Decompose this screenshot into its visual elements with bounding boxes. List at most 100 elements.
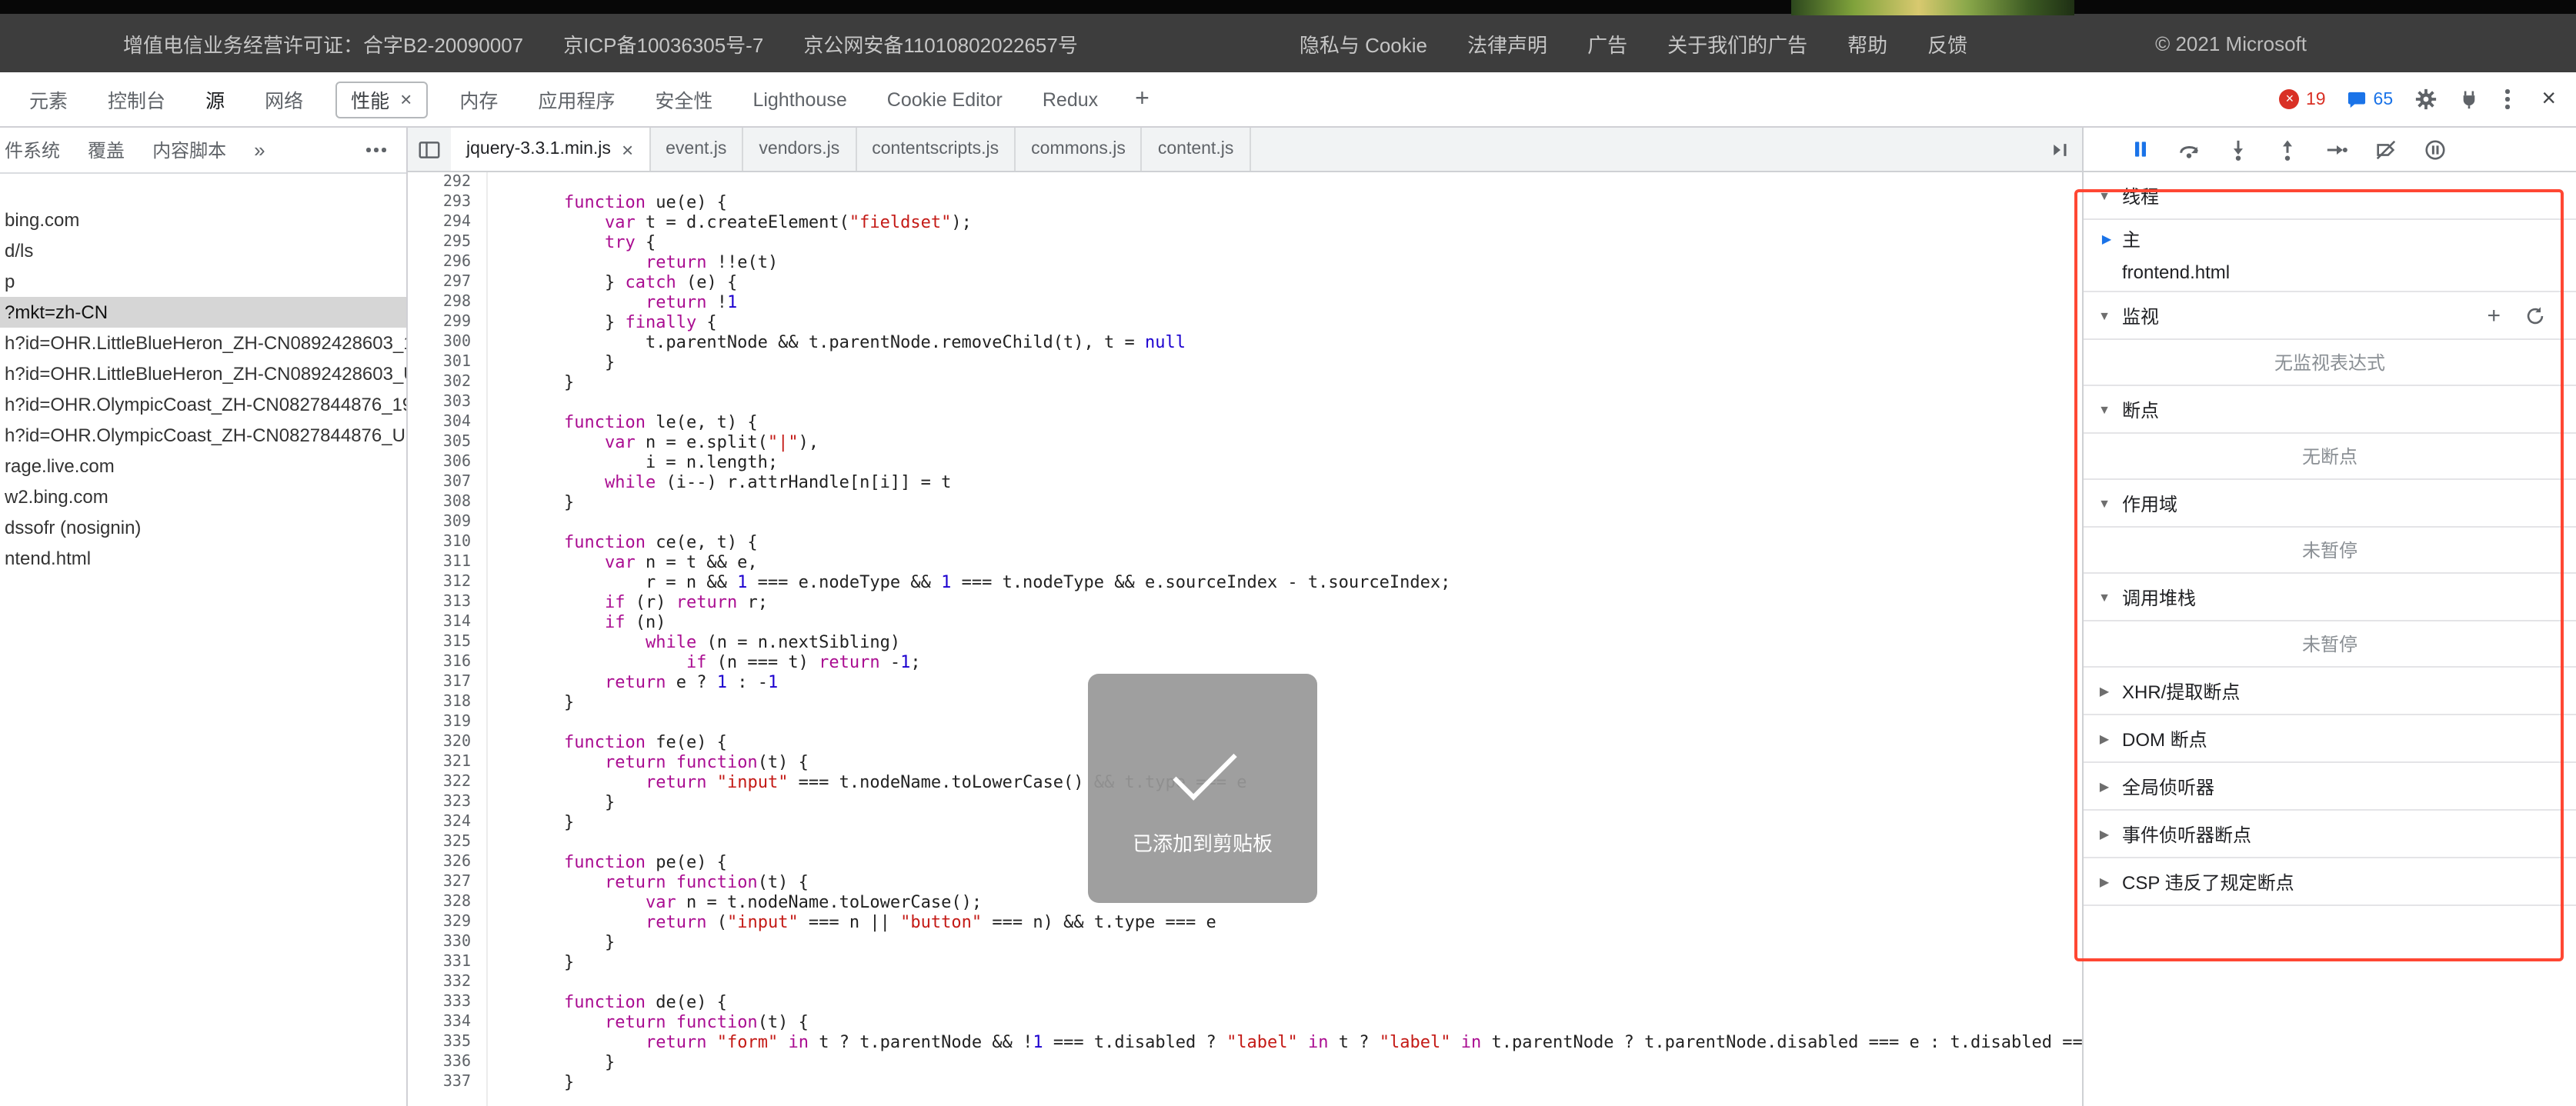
line-number[interactable]: 320 (408, 732, 471, 752)
code-line[interactable]: try { (523, 232, 2082, 252)
line-number[interactable]: 315 (408, 632, 471, 652)
line-number[interactable]: 327 (408, 872, 471, 892)
line-number[interactable]: 305 (408, 432, 471, 452)
file-item[interactable]: ?mkt=zh-CN (0, 297, 406, 328)
section-header[interactable]: ▶CSP 违反了规定断点 (2084, 858, 2576, 906)
step-button[interactable] (2325, 138, 2348, 161)
line-number[interactable]: 322 (408, 772, 471, 792)
editor-tab[interactable]: event.js (650, 128, 743, 171)
navigator-overflow-icon[interactable] (366, 148, 386, 152)
line-number[interactable]: 292 (408, 172, 471, 192)
section-header[interactable]: ▼作用域 (2084, 480, 2576, 528)
editor-tab[interactable]: contentscripts.js (856, 128, 1016, 171)
line-number[interactable]: 298 (408, 292, 471, 312)
thread-item[interactable]: ▶主 (2084, 223, 2576, 255)
line-number[interactable]: 335 (408, 1032, 471, 1052)
code-line[interactable]: function ce(e, t) { (523, 532, 2082, 552)
code-line[interactable]: return function(t) { (523, 1012, 2082, 1032)
line-number[interactable]: 300 (408, 332, 471, 352)
code-line[interactable]: } finally { (523, 312, 2082, 332)
code-line[interactable]: while (n = n.nextSibling) (523, 632, 2082, 652)
line-number[interactable]: 326 (408, 852, 471, 872)
line-number[interactable]: 306 (408, 452, 471, 472)
section-header[interactable]: ▼调用堆栈 (2084, 574, 2576, 621)
close-icon[interactable]: × (622, 139, 633, 159)
pause-resume-button[interactable] (2130, 138, 2151, 160)
file-item[interactable]: d/ls (0, 235, 406, 266)
more-tabs-chevron-icon[interactable]: » (254, 138, 265, 162)
code-line[interactable] (523, 172, 2082, 192)
line-number[interactable]: 301 (408, 352, 471, 372)
show-drawer-icon[interactable] (2039, 128, 2082, 171)
devtools-tab[interactable]: Lighthouse (732, 72, 866, 126)
line-number[interactable]: 311 (408, 552, 471, 572)
devtools-tab[interactable]: 性能× (335, 81, 427, 118)
devtools-tab[interactable]: Cookie Editor (867, 72, 1023, 126)
line-number[interactable]: 328 (408, 892, 471, 912)
close-icon[interactable]: × (400, 89, 412, 109)
toggle-navigator-icon[interactable] (408, 128, 451, 171)
file-item[interactable]: p (0, 266, 406, 297)
step-over-button[interactable] (2177, 138, 2201, 161)
line-number[interactable]: 297 (408, 272, 471, 292)
code-line[interactable]: return ("input" === n || "button" === n)… (523, 912, 2082, 932)
code-line[interactable]: i = n.length; (523, 452, 2082, 472)
line-number[interactable]: 319 (408, 712, 471, 732)
devtools-tab[interactable]: 内存 (439, 72, 518, 126)
code-line[interactable]: var t = d.createElement("fieldset"); (523, 212, 2082, 232)
navigator-tab[interactable]: 件系统 (5, 137, 60, 163)
line-number[interactable]: 337 (408, 1072, 471, 1092)
line-number[interactable]: 331 (408, 952, 471, 972)
footer-link[interactable]: 关于我们的广告 (1667, 28, 1807, 58)
editor-tab[interactable]: commons.js (1016, 128, 1143, 171)
line-number[interactable]: 294 (408, 212, 471, 232)
code-line[interactable]: var n = e.split("|"), (523, 432, 2082, 452)
devtools-tab[interactable]: 安全性 (635, 72, 732, 126)
navigator-tab[interactable]: 内容脚本 (152, 137, 226, 163)
line-number[interactable]: 321 (408, 752, 471, 772)
devtools-tab[interactable]: Redux (1023, 72, 1118, 126)
line-number[interactable]: 332 (408, 972, 471, 992)
section-header[interactable]: ▼线程 (2084, 172, 2576, 220)
code-line[interactable]: return !!e(t) (523, 252, 2082, 272)
code-line[interactable]: r = n && 1 === e.nodeType && 1 === t.nod… (523, 572, 2082, 592)
line-number[interactable]: 313 (408, 592, 471, 612)
code-line[interactable]: } (523, 952, 2082, 972)
code-line[interactable]: var n = t && e, (523, 552, 2082, 572)
step-into-button[interactable] (2227, 138, 2250, 161)
line-number[interactable]: 307 (408, 472, 471, 492)
line-number[interactable]: 310 (408, 532, 471, 552)
navigator-tab[interactable]: 覆盖 (88, 137, 125, 163)
file-item[interactable]: h?id=OHR.LittleBlueHeron_ZH-CN0892428603… (0, 328, 406, 358)
code-line[interactable]: return !1 (523, 292, 2082, 312)
file-item[interactable]: w2.bing.com (0, 481, 406, 512)
code-line[interactable]: } (523, 932, 2082, 952)
section-header[interactable]: ▶DOM 断点 (2084, 715, 2576, 763)
footer-link[interactable]: 广告 (1587, 28, 1627, 58)
line-number[interactable]: 296 (408, 252, 471, 272)
refresh-watch-icon[interactable] (2525, 305, 2545, 325)
footer-link[interactable]: 法律声明 (1467, 28, 1547, 58)
more-options-kebab-icon[interactable] (2501, 90, 2514, 108)
pause-on-exceptions-button[interactable] (2424, 138, 2447, 161)
code-area[interactable]: 2922932942952962972982993003013023033043… (408, 172, 2082, 1106)
line-number[interactable]: 309 (408, 512, 471, 532)
line-number[interactable]: 316 (408, 652, 471, 672)
error-badge[interactable]: × 19 (2280, 89, 2326, 109)
extension-plug-icon[interactable] (2459, 89, 2479, 109)
line-number[interactable]: 324 (408, 812, 471, 832)
line-number[interactable]: 293 (408, 192, 471, 212)
code-line[interactable]: } (523, 372, 2082, 392)
footer-link[interactable]: 反馈 (1927, 28, 1967, 58)
code-line[interactable] (523, 972, 2082, 992)
line-number[interactable]: 303 (408, 392, 471, 412)
file-item[interactable]: ntend.html (0, 543, 406, 574)
file-item[interactable]: bing.com (0, 205, 406, 235)
editor-tab[interactable]: vendors.js (743, 128, 856, 171)
line-number[interactable]: 295 (408, 232, 471, 252)
code-line[interactable]: if (n === t) return -1; (523, 652, 2082, 672)
footer-link[interactable]: 帮助 (1847, 28, 1887, 58)
code-line[interactable]: function le(e, t) { (523, 412, 2082, 432)
line-number[interactable]: 336 (408, 1052, 471, 1072)
line-number[interactable]: 325 (408, 832, 471, 852)
